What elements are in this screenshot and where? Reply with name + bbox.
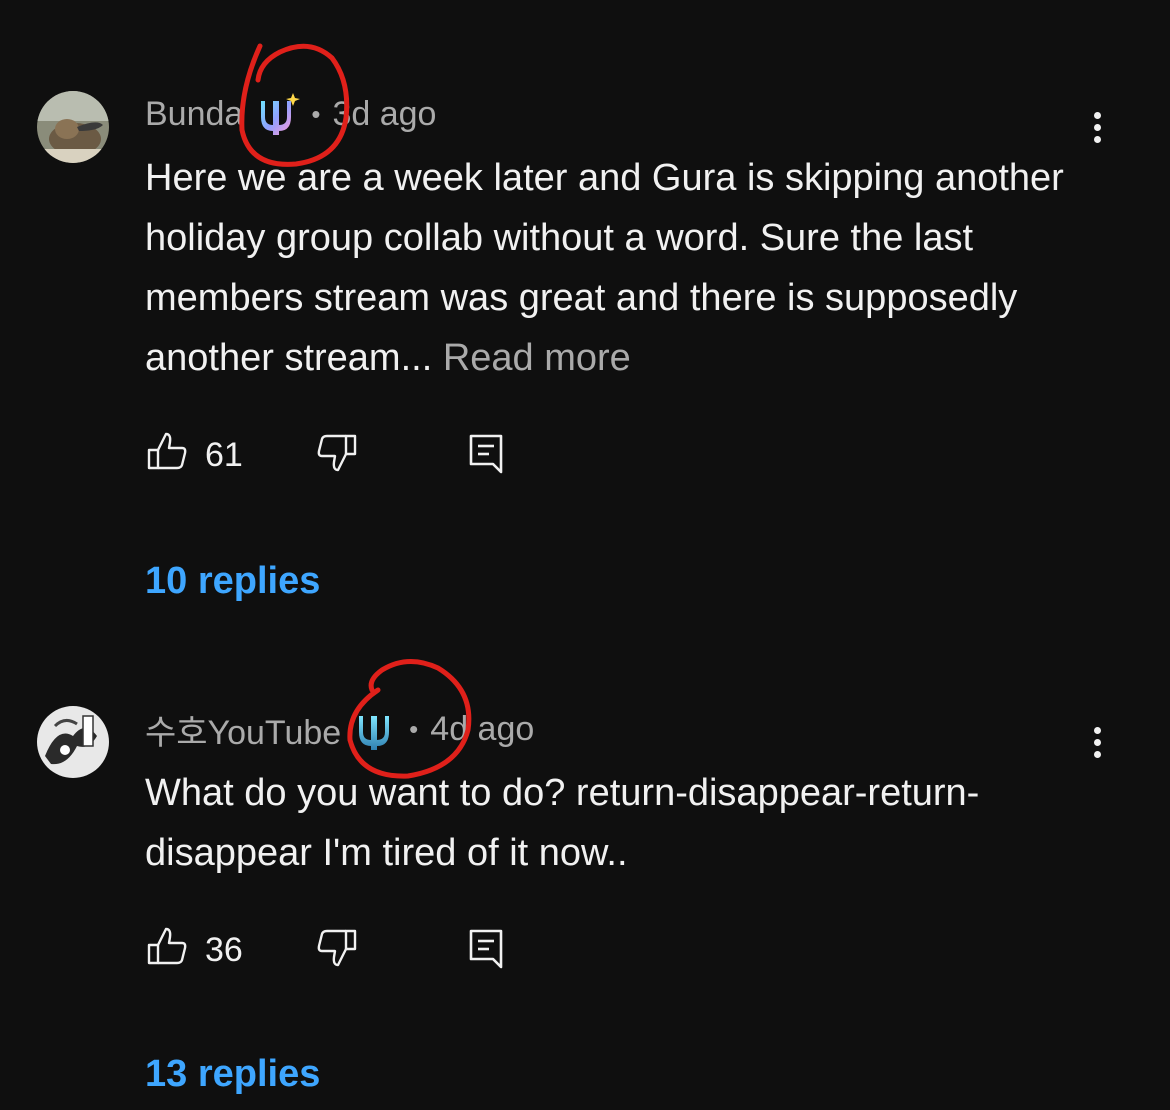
comment-header: 수호YouTube • 4d ago [145,704,535,754]
like-count: 36 [205,931,243,969]
reply-icon[interactable] [465,430,509,480]
more-vert-icon[interactable] [1086,723,1110,763]
avatar[interactable] [37,91,109,163]
view-replies-button[interactable]: 13 replies [145,1053,320,1096]
comment-header: Bunda • 3d ago [145,92,436,136]
separator-dot: • [409,713,419,744]
comment-text: What do you want to do? return-disappear… [145,763,1105,883]
comment-time: 3d ago [332,94,437,133]
more-vert-icon[interactable] [1086,108,1110,148]
thumbs-down-icon[interactable] [315,925,359,975]
author-name[interactable]: 수호YouTube [145,705,341,754]
comment-time: 4d ago [430,709,535,748]
separator-dot: • [311,98,321,129]
comment-actions: 61 [145,430,545,480]
reply-icon[interactable] [465,925,509,975]
comment-text: Here we are a week later and Gura is ski… [145,148,1105,388]
member-badge-icon [349,704,399,754]
comments-list: Bunda • 3d ago Here we are a week later … [0,0,1170,1110]
comment-actions: 36 [145,925,545,975]
like-count: 61 [205,436,243,474]
avatar[interactable] [37,706,109,778]
thumbs-down-icon[interactable] [315,430,359,480]
member-badge-icon [251,89,301,139]
author-name[interactable]: Bunda [145,95,243,134]
read-more-link[interactable]: Read more [443,337,631,379]
thumbs-up-icon[interactable] [145,925,189,975]
view-replies-button[interactable]: 10 replies [145,560,320,603]
comment-body: What do you want to do? return-disappear… [145,772,980,874]
thumbs-up-icon[interactable] [145,430,189,480]
